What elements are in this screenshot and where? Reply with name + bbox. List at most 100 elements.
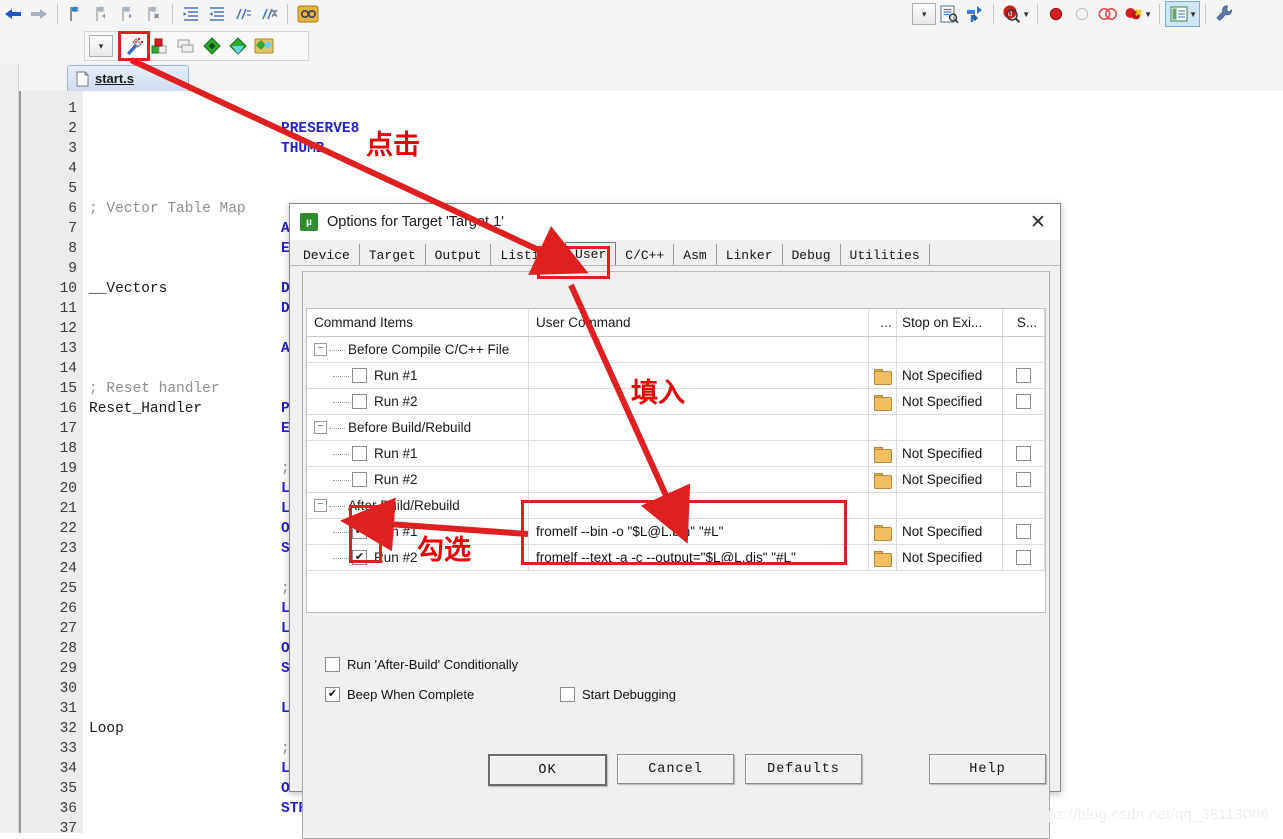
close-icon[interactable]: ✕ (1016, 205, 1060, 239)
bookmark-clear-icon[interactable] (141, 2, 167, 26)
disable-all-breakpoints-icon[interactable] (1095, 2, 1121, 26)
grid-header-user-command[interactable]: User Command (529, 309, 869, 336)
bookmark-toggle-icon[interactable] (63, 2, 89, 26)
cell-command-item[interactable]: Run #1 (307, 441, 529, 466)
build-icon[interactable] (147, 34, 173, 58)
folder-browse-icon[interactable] (874, 446, 892, 463)
skip-checkbox[interactable] (1016, 472, 1031, 487)
beep-when-complete-row[interactable]: Beep When Complete (325, 687, 474, 702)
insert-breakpoint-icon[interactable] (1043, 2, 1069, 26)
folder-browse-icon[interactable] (874, 394, 892, 411)
forward-icon[interactable] (26, 2, 52, 26)
help-button[interactable]: Help (929, 754, 1046, 784)
cell-command-item[interactable]: Run #2 (307, 389, 529, 414)
cell-command-item[interactable]: − Before Build/Rebuild (307, 415, 529, 440)
cell-skip[interactable] (1003, 389, 1045, 414)
dialog-tab-output[interactable]: Output (425, 244, 492, 266)
skip-checkbox[interactable] (1016, 550, 1031, 565)
run-after-build-conditionally-checkbox[interactable] (325, 657, 340, 672)
cell-browse[interactable] (869, 493, 897, 518)
cell-command-item[interactable]: − After Build/Rebuild (307, 493, 529, 518)
editor-tab-start-s[interactable]: start.s (67, 65, 189, 91)
options-for-target-icon[interactable] (118, 31, 150, 61)
tree-collapse-icon[interactable]: − (314, 499, 327, 512)
cell-command-item[interactable]: Run #2 (307, 467, 529, 492)
disable-breakpoint-icon[interactable] (1069, 2, 1095, 26)
cell-skip[interactable] (1003, 467, 1045, 492)
cell-skip[interactable] (1003, 415, 1045, 440)
bookmark-next-icon[interactable] (115, 2, 141, 26)
skip-checkbox[interactable] (1016, 368, 1031, 383)
command-items-grid[interactable]: Command Items User Command... Stop on Exi.… (306, 308, 1046, 613)
run-after-build-conditionally-row[interactable]: Run 'After-Build' Conditionally (325, 657, 518, 672)
chevron-down-icon[interactable]: ▼ (1144, 10, 1152, 19)
cell-browse[interactable] (869, 415, 897, 440)
manage-components-icon[interactable] (962, 2, 988, 26)
cell-skip[interactable] (1003, 337, 1045, 362)
skip-checkbox[interactable] (1016, 446, 1031, 461)
grid-group-row[interactable]: − Before Build/Rebuild (307, 415, 1045, 441)
cell-skip[interactable] (1003, 441, 1045, 466)
run-enable-checkbox[interactable] (352, 446, 367, 461)
find-in-files-icon[interactable] (293, 2, 323, 26)
cell-browse[interactable] (869, 545, 897, 570)
start-debugging-checkbox[interactable] (560, 687, 575, 702)
run-enable-checkbox[interactable] (352, 472, 367, 487)
dialog-tab-asm[interactable]: Asm (674, 244, 717, 266)
bookmark-prev-icon[interactable] (89, 2, 115, 26)
dialog-tab-debug[interactable]: Debug (782, 244, 841, 266)
comment-icon[interactable] (230, 2, 256, 26)
cell-stop-on-exit[interactable] (897, 415, 1003, 440)
cell-browse[interactable] (869, 441, 897, 466)
cell-user-command[interactable] (529, 337, 869, 362)
cell-user-command[interactable] (529, 441, 869, 466)
cell-user-command[interactable] (529, 467, 869, 492)
grid-header-browse[interactable]: ... (869, 309, 897, 336)
grid-header-skip[interactable]: S... (1003, 309, 1045, 336)
target-options-icon[interactable] (936, 2, 962, 26)
folder-browse-icon[interactable] (874, 472, 892, 489)
chevron-down-icon[interactable]: ▼ (1189, 10, 1197, 19)
cell-command-item[interactable]: Run #1 (307, 363, 529, 388)
skip-checkbox[interactable] (1016, 524, 1031, 539)
batch-build-icon[interactable] (199, 34, 225, 58)
cell-user-command[interactable] (529, 415, 869, 440)
skip-checkbox[interactable] (1016, 394, 1031, 409)
grid-group-row[interactable]: − Before Compile C/C++ File (307, 337, 1045, 363)
tree-collapse-icon[interactable]: − (314, 421, 327, 434)
dialog-tab-c-c[interactable]: C/C++ (616, 244, 675, 266)
ok-button[interactable]: OK (488, 754, 607, 786)
download-icon[interactable] (225, 34, 251, 58)
cell-stop-on-exit[interactable]: Not Specified (897, 467, 1003, 492)
manage-project-items-icon[interactable] (251, 34, 277, 58)
dialog-tab-target[interactable]: Target (359, 244, 426, 266)
cell-browse[interactable] (869, 337, 897, 362)
indent-decrease-icon[interactable] (204, 2, 230, 26)
uncomment-icon[interactable] (256, 2, 282, 26)
grid-header-stop-on-exit[interactable]: Stop on Exi... (897, 309, 1003, 336)
cell-user-command[interactable] (529, 363, 869, 388)
cell-skip[interactable] (1003, 519, 1045, 544)
cell-skip[interactable] (1003, 493, 1045, 518)
cell-stop-on-exit[interactable] (897, 337, 1003, 362)
grid-item-row[interactable]: Run #1 Not Specified (307, 441, 1045, 467)
tree-collapse-icon[interactable]: − (314, 343, 327, 356)
run-enable-checkbox[interactable] (352, 394, 367, 409)
cell-browse[interactable] (869, 467, 897, 492)
dialog-tab-utilities[interactable]: Utilities (840, 244, 930, 266)
dialog-tab-linker[interactable]: Linker (716, 244, 783, 266)
folder-browse-icon[interactable] (874, 524, 892, 541)
cell-stop-on-exit[interactable]: Not Specified (897, 389, 1003, 414)
cell-command-item[interactable]: − Before Compile C/C++ File (307, 337, 529, 362)
defaults-button[interactable]: Defaults (745, 754, 862, 784)
translate-combo[interactable]: ▾ (89, 35, 113, 57)
cell-browse[interactable] (869, 363, 897, 388)
cell-stop-on-exit[interactable]: Not Specified (897, 441, 1003, 466)
beep-when-complete-checkbox[interactable] (325, 687, 340, 702)
cell-skip[interactable] (1003, 363, 1045, 388)
cell-stop-on-exit[interactable]: Not Specified (897, 545, 1003, 570)
cell-skip[interactable] (1003, 545, 1045, 570)
grid-header-command-items[interactable]: Command Items (307, 309, 529, 336)
cell-user-command[interactable] (529, 389, 869, 414)
run-enable-checkbox[interactable] (352, 368, 367, 383)
